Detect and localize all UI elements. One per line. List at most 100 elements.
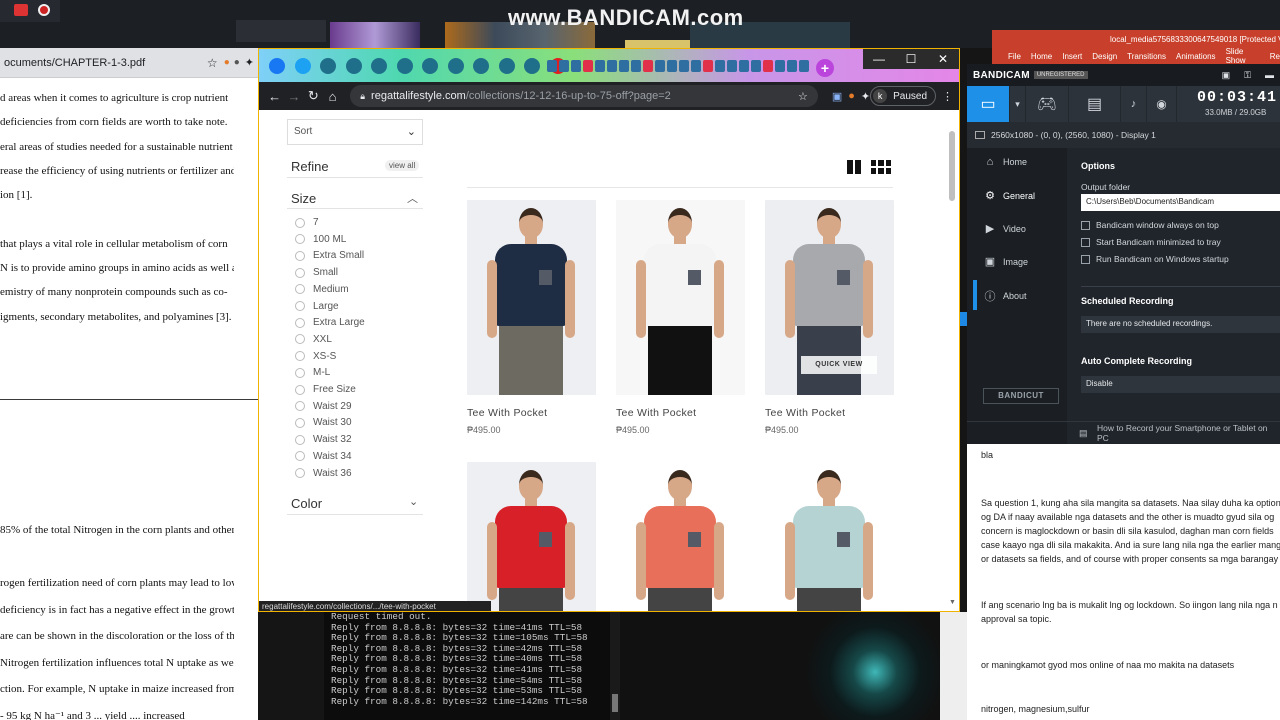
color-heading[interactable]: Color (291, 496, 322, 511)
browser-tab-favicon[interactable] (679, 60, 689, 72)
lock-icon[interactable]: ▣ (1222, 70, 1231, 81)
footer-link[interactable]: How to Record your Smartphone or Tablet … (1097, 423, 1280, 443)
bandicut-button[interactable]: BANDICUT (983, 388, 1059, 404)
browser-tab-favicon[interactable] (447, 58, 464, 74)
hdmi-mode-icon[interactable]: ▤ (1069, 86, 1121, 122)
size-option[interactable]: Small (295, 267, 338, 278)
pdf-app-icon[interactable] (14, 4, 28, 16)
product-image[interactable] (467, 462, 596, 611)
browser-tab-favicon[interactable] (607, 60, 617, 72)
product-card[interactable] (765, 462, 894, 611)
browser-tab-favicon[interactable] (655, 60, 665, 72)
browser-tab-favicon[interactable] (559, 60, 569, 72)
browser-tab-favicon[interactable] (320, 58, 336, 74)
browser-tab-favicon[interactable] (371, 58, 387, 74)
size-option[interactable]: Waist 32 (295, 434, 352, 445)
scroll-down-icon[interactable]: ▼ (949, 599, 956, 606)
chevron-up-icon[interactable]: ︿ (407, 190, 418, 206)
product-image[interactable] (616, 200, 745, 395)
record-icon[interactable] (38, 4, 50, 16)
star-icon[interactable]: ☆ (207, 56, 218, 70)
view-all-link[interactable]: view all (385, 160, 420, 171)
ppt-menu-item[interactable]: Re (1270, 52, 1280, 61)
ppt-menu-item[interactable]: Slide Show (1226, 47, 1260, 64)
product-name[interactable]: Tee With Pocket (616, 407, 745, 419)
back-icon[interactable]: ← (265, 89, 284, 104)
puzzle-icon[interactable]: ✦ (245, 56, 254, 69)
mode-dropdown-icon[interactable]: ▾ (1010, 86, 1026, 122)
product-card[interactable]: QUICK VIEW Tee With Pocket ₱495.00 (765, 200, 894, 435)
bandicam-nav-general[interactable]: ⚙ General (983, 189, 1035, 202)
auto-complete-select[interactable]: Disable (1081, 376, 1280, 393)
browser-tab-favicon[interactable] (269, 58, 285, 74)
browser-tab-favicon[interactable] (396, 58, 413, 74)
chevron-down-icon[interactable]: ⌄ (409, 495, 418, 508)
product-name[interactable]: Tee With Pocket (467, 407, 596, 419)
size-option[interactable]: Waist 36 (295, 468, 352, 479)
browser-tab-favicon[interactable] (715, 60, 725, 72)
ppt-menu-item[interactable]: Animations (1176, 52, 1216, 61)
minimize-icon[interactable]: ▬ (1265, 70, 1274, 80)
maximize-button[interactable]: ☐ (895, 49, 927, 69)
menu-dots-icon[interactable]: ⋮ (942, 90, 953, 103)
notes-document[interactable]: bla Sa question 1, kung aha sila mangita … (967, 444, 1280, 720)
browser-tab-favicon[interactable] (799, 60, 809, 72)
profile-paused-button[interactable]: k Paused (870, 86, 937, 106)
new-tab-button[interactable]: + (816, 59, 834, 77)
product-image[interactable]: QUICK VIEW (765, 200, 894, 395)
size-option[interactable]: 7 (295, 217, 319, 228)
bookmark-star-icon[interactable]: ☆ (798, 90, 808, 103)
product-card[interactable]: Tee With Pocket ₱495.00 (467, 200, 596, 435)
home-icon[interactable]: ⌂ (323, 89, 342, 104)
browser-tab-favicon[interactable] (571, 60, 581, 72)
bandicam-checkbox[interactable]: Bandicam window always on top (1081, 220, 1219, 230)
key-icon[interactable]: ⚿ (1244, 70, 1251, 81)
size-heading[interactable]: Size (291, 191, 316, 206)
size-option[interactable]: Waist 34 (295, 451, 352, 462)
url-bar[interactable]: 🔒︎ regattalifestyle.com /collections/12-… (350, 85, 818, 107)
reload-icon[interactable]: ↻ (304, 88, 323, 104)
extension-icon[interactable]: ● (224, 57, 230, 68)
bandicam-nav-about[interactable]: ⓘ About (983, 288, 1027, 304)
browser-tab-favicon[interactable] (498, 58, 515, 74)
product-image[interactable] (467, 200, 596, 395)
size-option[interactable]: XXL (295, 334, 332, 345)
grid-2-icon[interactable] (847, 160, 861, 174)
browser-tab-favicon[interactable] (787, 60, 797, 72)
ppt-menu-item[interactable]: File (1008, 52, 1021, 61)
bandicam-nav-home[interactable]: ⌂ Home (983, 156, 1027, 168)
browser-tab-favicon[interactable] (643, 60, 653, 72)
forward-icon[interactable]: → (284, 89, 303, 104)
browser-tab-favicon[interactable] (524, 58, 540, 74)
browser-tab-favicon[interactable] (547, 60, 557, 72)
size-option[interactable]: Free Size (295, 384, 356, 395)
command-prompt[interactable]: Request timed out. Reply from 8.8.8.8: by… (324, 612, 620, 720)
browser-tab-favicon[interactable] (763, 60, 773, 72)
bandicam-checkbox[interactable]: Run Bandicam on Windows startup (1081, 254, 1229, 264)
bandicam-footer[interactable]: ▤ How to Record your Smartphone or Table… (967, 421, 1280, 444)
browser-tab-favicon[interactable] (703, 60, 713, 72)
size-option[interactable]: Extra Large (295, 317, 365, 328)
sort-select[interactable]: Sort ⌄ (287, 119, 423, 145)
browser-tab-favicon[interactable] (473, 58, 489, 74)
product-card[interactable] (467, 462, 596, 611)
product-card[interactable] (616, 462, 745, 611)
game-mode-icon[interactable]: 🎮︎ (1026, 86, 1069, 122)
page-scrollbar[interactable] (949, 131, 955, 201)
mic-icon[interactable]: ♪ (1121, 86, 1147, 122)
bandicam-checkbox[interactable]: Start Bandicam minimized to tray (1081, 237, 1221, 247)
size-option[interactable]: Waist 30 (295, 417, 352, 428)
browser-tab-favicon[interactable] (422, 58, 438, 74)
browser-tab-favicon[interactable] (294, 58, 311, 74)
webcam-icon[interactable]: ◉ (1147, 86, 1177, 122)
product-name[interactable]: Tee With Pocket (765, 407, 894, 419)
product-image[interactable] (765, 462, 894, 611)
size-option[interactable]: M-L (295, 367, 330, 378)
size-option[interactable]: 100 ML (295, 234, 346, 245)
browser-tab-favicon[interactable] (751, 60, 761, 72)
ppt-menu-item[interactable]: Insert (1062, 52, 1082, 61)
size-option[interactable]: Large (295, 301, 339, 312)
browser-tab-favicon[interactable] (739, 60, 749, 72)
product-image[interactable] (616, 462, 745, 611)
terminal-scrollbar[interactable] (610, 612, 620, 720)
